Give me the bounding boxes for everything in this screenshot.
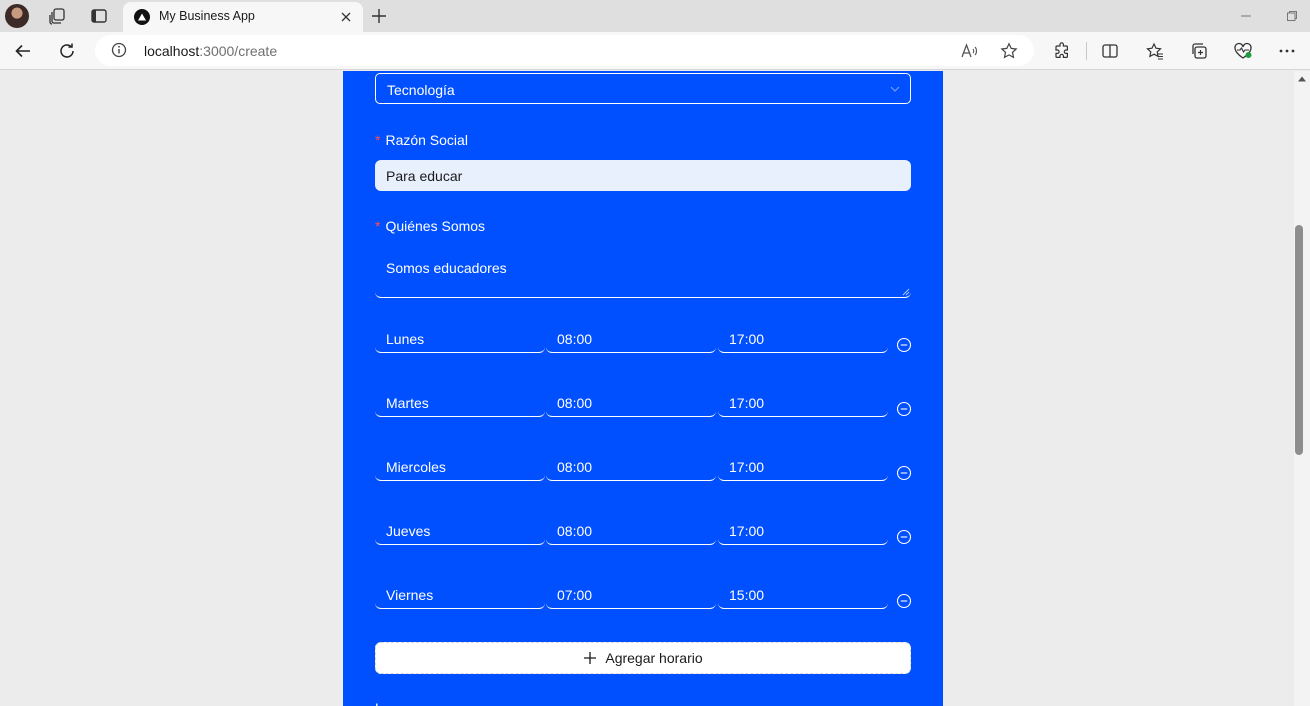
razon-social-label: * Razón Social	[375, 132, 468, 148]
category-select[interactable]: Tecnología	[375, 73, 911, 104]
quienes-somos-textarea[interactable]: Somos educadores	[375, 247, 911, 298]
tab-actions-icon[interactable]	[89, 6, 109, 26]
read-aloud-icon[interactable]	[959, 41, 979, 61]
required-mark: *	[375, 132, 381, 148]
favorites-icon[interactable]	[1144, 40, 1166, 62]
tab-strip: My Business App	[0, 0, 1310, 32]
minus-circle-icon[interactable]	[896, 465, 912, 481]
back-icon[interactable]	[12, 40, 34, 62]
category-value: Tecnología	[387, 82, 455, 98]
performance-icon[interactable]	[1232, 40, 1254, 62]
vertical-scrollbar[interactable]	[1294, 71, 1310, 706]
schedule-close-input[interactable]: 15:00	[718, 579, 888, 609]
schedule-open-input[interactable]: 08:00	[546, 387, 716, 417]
url-path: :3000/create	[199, 43, 278, 59]
required-mark: *	[375, 218, 381, 234]
url-host: localhost	[144, 43, 200, 59]
quienes-somos-value: Somos educadores	[386, 260, 507, 276]
more-icon[interactable]	[1276, 40, 1298, 62]
schedule-day-input[interactable]: Lunes	[375, 323, 545, 353]
workspaces-icon[interactable]	[47, 6, 67, 26]
schedule-day-input[interactable]: Jueves	[375, 515, 545, 545]
restore-button[interactable]	[1282, 6, 1302, 26]
scrollbar-thumb[interactable]	[1295, 225, 1303, 455]
razon-social-label-text: Razón Social	[385, 132, 468, 148]
schedule-open-input[interactable]: 08:00	[546, 451, 716, 481]
active-tab[interactable]: My Business App	[123, 2, 363, 32]
schedule-close-input[interactable]: 17:00	[718, 515, 888, 545]
business-form: Tecnología * Razón Social Para educar * Qu…	[343, 71, 943, 706]
info-icon[interactable]	[111, 42, 127, 58]
minimize-button[interactable]	[1236, 6, 1256, 26]
collections-icon[interactable]	[1188, 40, 1210, 62]
url-text: localhost:3000/create	[144, 43, 277, 59]
resize-grip-icon[interactable]	[902, 288, 910, 296]
add-schedule-label: Agregar horario	[605, 650, 703, 666]
schedule-day-input[interactable]: Martes	[375, 387, 545, 417]
schedule-open-input[interactable]: 08:00	[546, 515, 716, 545]
chevron-down-icon	[890, 86, 900, 92]
minus-circle-icon[interactable]	[896, 337, 912, 353]
schedule-row: Miercoles 08:00 17:00	[375, 451, 912, 491]
schedule-row: Viernes 07:00 15:00	[375, 579, 912, 619]
schedule-open-input[interactable]: 07:00	[546, 579, 716, 609]
address-bar[interactable]: localhost:3000/create	[95, 35, 1034, 66]
plus-icon	[372, 9, 386, 23]
minus-circle-icon[interactable]	[896, 401, 912, 417]
app-favicon	[134, 9, 150, 25]
split-screen-icon[interactable]	[1099, 40, 1121, 62]
add-schedule-button[interactable]: Agregar horario	[375, 642, 911, 674]
schedule-close-input[interactable]: 17:00	[718, 387, 888, 417]
page-viewport: Tecnología * Razón Social Para educar * Qu…	[0, 71, 1294, 706]
scroll-up-arrow-icon[interactable]	[1297, 75, 1307, 83]
profile-avatar[interactable]	[5, 4, 29, 28]
schedule-close-input[interactable]: 17:00	[718, 323, 888, 353]
favorite-star-icon[interactable]	[999, 41, 1019, 61]
toolbar-divider	[1086, 42, 1087, 60]
schedule-open-input[interactable]: 08:00	[546, 323, 716, 353]
close-icon[interactable]	[337, 8, 355, 26]
quienes-somos-label: * Quiénes Somos	[375, 218, 485, 234]
minus-circle-icon[interactable]	[896, 593, 912, 609]
minus-circle-icon[interactable]	[896, 529, 912, 545]
schedule-day-input[interactable]: Viernes	[375, 579, 545, 609]
razon-social-input[interactable]: Para educar	[375, 160, 911, 191]
new-tab-button[interactable]	[368, 5, 390, 27]
extensions-icon[interactable]	[1051, 40, 1073, 62]
schedule-day-input[interactable]: Miercoles	[375, 451, 545, 481]
schedule-row: Martes 08:00 17:00	[375, 387, 912, 427]
browser-toolbar: localhost:3000/create	[0, 32, 1310, 70]
plus-icon	[584, 652, 597, 664]
tab-title: My Business App	[159, 9, 255, 23]
refresh-icon[interactable]	[56, 40, 78, 62]
next-field-label: L	[375, 700, 383, 706]
schedule-close-input[interactable]: 17:00	[718, 451, 888, 481]
schedule-row: Jueves 08:00 17:00	[375, 515, 912, 555]
quienes-somos-label-text: Quiénes Somos	[385, 218, 486, 234]
schedule-row: Lunes 08:00 17:00	[375, 323, 912, 363]
